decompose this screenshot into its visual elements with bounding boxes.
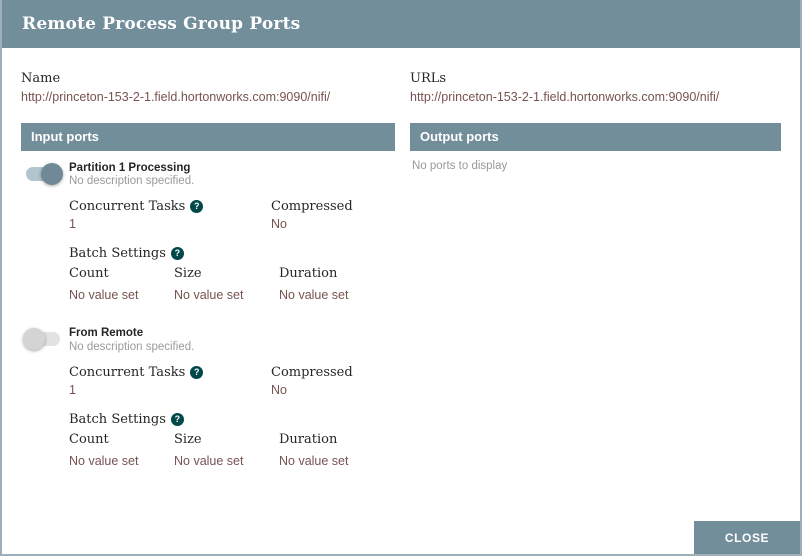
batch-count-value: No value set: [69, 287, 139, 302]
input-port-row-partition-1-processing: Partition 1 Processing No description sp…: [21, 151, 395, 304]
port-details: From Remote No description specified. Co…: [69, 327, 395, 469]
ports-panels: Input ports Partition 1 Processing No de…: [21, 122, 781, 470]
concurrent-tasks-value: 1: [69, 217, 76, 232]
dialog-body: Name http://princeton-153-2-1.field.hort…: [2, 48, 800, 469]
port-name: Partition 1 Processing: [69, 161, 191, 174]
help-icon[interactable]: ?: [190, 366, 204, 380]
port-name: From Remote: [69, 327, 144, 340]
help-icon[interactable]: ?: [170, 246, 184, 260]
batch-duration-label: Duration: [279, 431, 338, 447]
toggle-knob: [23, 328, 45, 351]
compressed-label: Compressed: [271, 199, 353, 215]
output-ports-empty-message: No ports to display: [412, 159, 508, 172]
compressed-setting: Compressed No: [271, 365, 395, 399]
batch-duration-value: No value set: [279, 453, 349, 468]
batch-settings-grid: Count Size Duration No value set No valu…: [69, 266, 395, 304]
close-button[interactable]: CLOSE: [694, 521, 800, 554]
compressed-value: No: [271, 383, 287, 398]
port-toggle-column: [21, 162, 69, 304]
batch-size-label: Size: [174, 431, 202, 447]
remote-process-group-ports-dialog: Remote Process Group Ports Name http://p…: [0, 0, 802, 556]
name-value: http://princeton-153-2-1.field.hortonwor…: [21, 90, 331, 104]
batch-count-value: No value set: [69, 453, 139, 468]
port-details: Partition 1 Processing No description sp…: [69, 162, 395, 304]
port-enabled-toggle[interactable]: [23, 328, 60, 351]
help-icon[interactable]: ?: [170, 412, 184, 426]
urls-field: URLs http://princeton-153-2-1.field.hort…: [410, 71, 781, 106]
port-settings-row: Concurrent Tasks ? 1 Compressed No: [69, 365, 395, 399]
concurrent-tasks-setting: Concurrent Tasks ? 1: [69, 199, 271, 233]
dialog-title: Remote Process Group Ports: [22, 14, 301, 34]
batch-duration-value: No value set: [279, 287, 349, 302]
info-row: Name http://princeton-153-2-1.field.hort…: [21, 71, 781, 106]
dialog-header: Remote Process Group Ports: [2, 0, 800, 48]
concurrent-tasks-setting: Concurrent Tasks ? 1: [69, 365, 271, 399]
concurrent-tasks-label: Concurrent Tasks: [69, 365, 186, 381]
batch-count-label: Count: [69, 431, 109, 447]
port-settings-row: Concurrent Tasks ? 1 Compressed No: [69, 199, 395, 233]
batch-duration-label: Duration: [279, 265, 338, 281]
toggle-knob: [41, 162, 63, 185]
port-description: No description specified.: [69, 175, 195, 188]
compressed-label: Compressed: [271, 365, 353, 381]
batch-count-label: Count: [69, 265, 109, 281]
port-description: No description specified.: [69, 341, 195, 354]
output-ports-panel: Output ports No ports to display: [410, 122, 781, 470]
help-icon[interactable]: ?: [190, 200, 204, 214]
batch-settings-heading: Batch Settings ?: [69, 412, 395, 427]
compressed-setting: Compressed No: [271, 199, 395, 233]
urls-label: URLs: [410, 71, 447, 86]
batch-settings-label: Batch Settings: [69, 411, 166, 427]
batch-settings-heading: Batch Settings ?: [69, 246, 395, 261]
compressed-value: No: [271, 217, 287, 232]
batch-settings-label: Batch Settings: [69, 245, 166, 261]
batch-size-value: No value set: [174, 287, 244, 302]
batch-size-value: No value set: [174, 453, 244, 468]
input-ports-panel: Input ports Partition 1 Processing No de…: [21, 122, 395, 470]
name-label: Name: [21, 71, 61, 86]
batch-size-label: Size: [174, 265, 202, 281]
urls-value: http://princeton-153-2-1.field.hortonwor…: [410, 90, 720, 104]
input-port-row-from-remote: From Remote No description specified. Co…: [21, 303, 395, 469]
input-ports-header: Input ports: [21, 122, 395, 151]
batch-settings-grid: Count Size Duration No value set No valu…: [69, 432, 395, 470]
concurrent-tasks-label: Concurrent Tasks: [69, 199, 186, 215]
concurrent-tasks-value: 1: [69, 383, 76, 398]
name-field: Name http://princeton-153-2-1.field.hort…: [21, 71, 395, 106]
port-toggle-column: [21, 327, 69, 469]
port-enabled-toggle[interactable]: [26, 162, 63, 185]
output-ports-header: Output ports: [410, 122, 781, 151]
